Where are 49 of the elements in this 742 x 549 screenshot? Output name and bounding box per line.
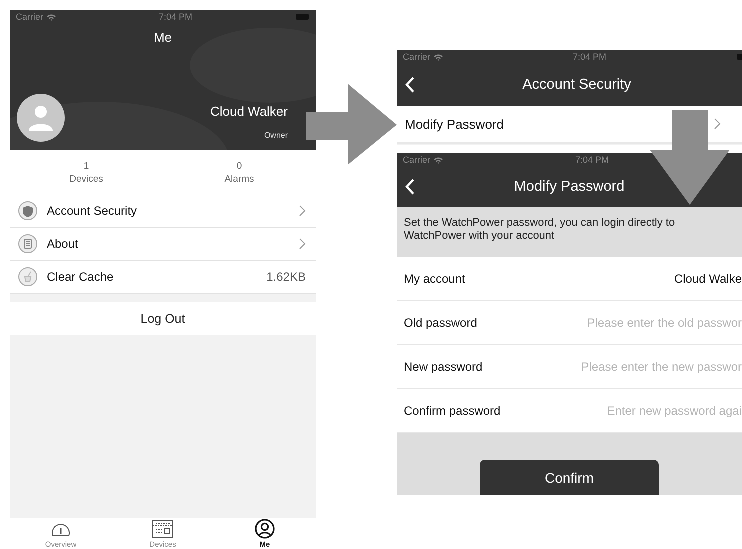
- shield-icon: [18, 201, 38, 221]
- status-time: 7:04 PM: [158, 12, 193, 22]
- back-icon[interactable]: [405, 76, 415, 94]
- wifi-icon: [46, 14, 56, 20]
- carrier-label: Carrier: [16, 12, 44, 22]
- menu-label: Clear Cache: [47, 270, 115, 284]
- back-icon[interactable]: [405, 178, 415, 196]
- menu-item[interactable]: Clear Cache 1.62KB: [10, 261, 316, 294]
- chevron-icon: [299, 238, 306, 250]
- document-icon: [18, 234, 38, 254]
- device-icon: [152, 520, 174, 539]
- carrier-label: Carrier: [403, 52, 431, 62]
- carrier-label: Carrier: [403, 155, 431, 165]
- stat-label: Alarms: [224, 174, 254, 184]
- wifi-icon: [434, 156, 443, 164]
- wifi-icon: [434, 54, 443, 60]
- stat-count: 0: [236, 160, 242, 172]
- field-label: Old password: [404, 316, 478, 330]
- battery-icon: [296, 14, 310, 20]
- logout-button[interactable]: Log Out: [10, 302, 316, 335]
- person-icon: [29, 105, 53, 131]
- user-role: Owner: [264, 131, 288, 140]
- menu-item[interactable]: Modify Password: [397, 106, 742, 144]
- right-arrow-icon: [306, 84, 398, 166]
- menu-label: About: [47, 237, 80, 251]
- menu-item[interactable]: About: [10, 228, 316, 261]
- field-label: Confirm password: [404, 404, 501, 418]
- chevron-icon: [714, 118, 721, 130]
- down-arrow-icon: [650, 110, 730, 206]
- menu-label: Account Security: [47, 204, 138, 218]
- confirm-button[interactable]: Confirm: [480, 460, 659, 495]
- status-time: 7:04 PM: [572, 52, 607, 62]
- user-name: Cloud Walker: [210, 104, 288, 119]
- screen-title: Account Security: [522, 76, 632, 93]
- gauge-icon: [51, 521, 71, 539]
- field-label: New password: [404, 360, 483, 374]
- person-icon: [255, 519, 275, 539]
- stat-label: Devices: [70, 174, 104, 184]
- field-label: My account: [404, 272, 466, 286]
- screen-title: Me: [152, 30, 174, 45]
- chevron-icon: [299, 205, 306, 217]
- screen-title: Modify Password: [513, 178, 626, 195]
- description-text: Set the WatchPower password, you can login directly to WatchPower with your account: [397, 207, 742, 257]
- cache-size: 1.62KB: [266, 270, 306, 284]
- stat-count: 1: [84, 160, 90, 172]
- menu-label: Modify Password: [405, 116, 505, 132]
- status-time: 7:04 PM: [575, 155, 610, 165]
- menu-item[interactable]: Account Security: [10, 195, 316, 228]
- account-name: Cloud Walke: [674, 272, 742, 286]
